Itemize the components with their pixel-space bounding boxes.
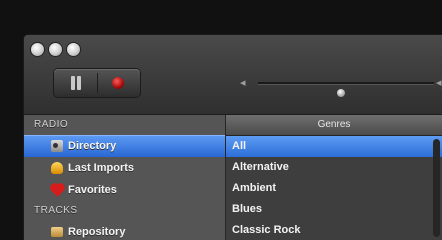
genre-row-all[interactable]: All [226,136,442,157]
screen: ◂ ◂)) RADIO Directory Last Imports Favor… [0,0,442,240]
pause-icon [77,76,81,90]
speaker-low-icon: ◂ [240,77,246,89]
sidebar-item-label: Favorites [68,184,117,196]
heart-icon [51,184,64,197]
volume-slider[interactable] [258,82,434,97]
sidebar-item-favorites[interactable]: Favorites [24,179,225,201]
sidebar-section-radio: RADIO [34,119,69,130]
pause-button[interactable] [66,76,86,90]
minimize-window-button[interactable] [49,43,62,56]
radio-icon [51,140,63,152]
sidebar-item-label: Directory [68,140,117,152]
import-icon [51,162,63,174]
controls-divider [97,73,98,93]
record-button[interactable] [112,77,124,89]
sidebar-item-label: Last Imports [68,162,135,174]
genre-row-ambient[interactable]: Ambient [226,178,442,199]
titlebar: ◂ ◂)) [24,35,442,115]
sidebar-item-directory[interactable]: Directory [24,135,225,157]
volume-control: ◂ ◂)) [240,72,442,97]
genres-list: Genres All Alternative Ambient Blues Cla… [226,115,442,240]
sidebar-item-label: Repository [68,226,126,238]
volume-slider-knob[interactable] [337,89,345,97]
app-window: ◂ ◂)) RADIO Directory Last Imports Favor… [24,35,442,240]
zoom-window-button[interactable] [67,43,80,56]
genres-scrollbar[interactable] [433,139,440,237]
speaker-high-icon: ◂)) [436,77,442,89]
sidebar-item-last-imports[interactable]: Last Imports [24,157,225,179]
sidebar: RADIO Directory Last Imports Favorites T… [24,115,226,240]
close-window-button[interactable] [31,43,44,56]
pause-icon [71,76,75,90]
genre-row-blues[interactable]: Blues [226,199,442,220]
genre-row-alternative[interactable]: Alternative [226,157,442,178]
playback-controls [54,69,140,97]
sidebar-section-tracks: TRACKS [34,205,78,216]
sidebar-item-repository[interactable]: Repository [24,221,225,240]
repository-icon [51,227,63,237]
genres-column-header[interactable]: Genres [226,115,442,136]
genre-row-classic-rock[interactable]: Classic Rock [226,220,442,240]
